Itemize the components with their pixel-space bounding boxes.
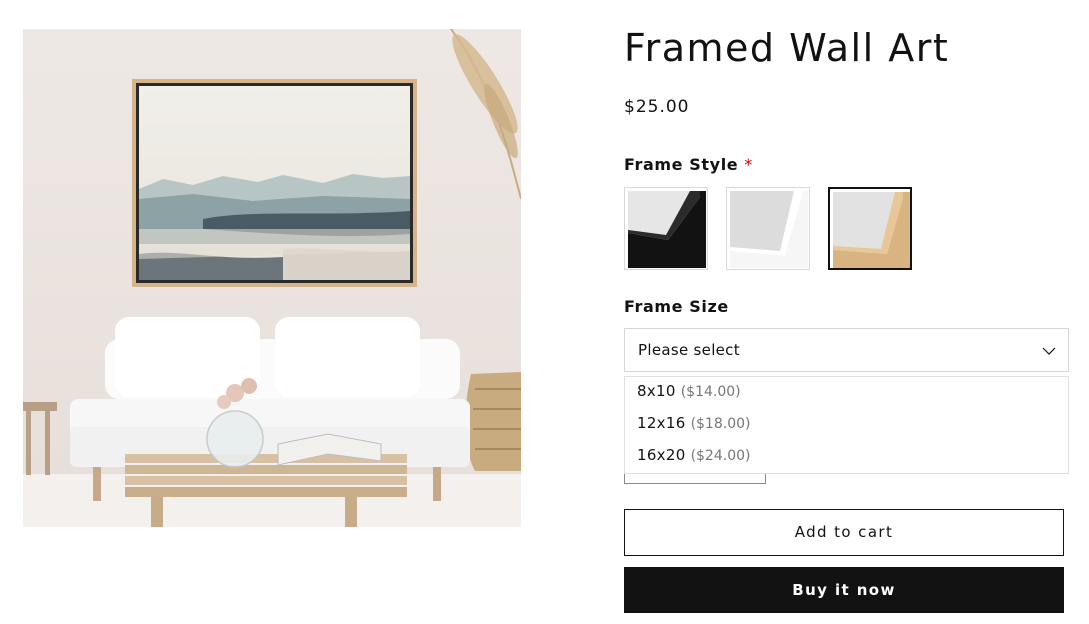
option-price: ($18.00) <box>690 416 751 432</box>
frame-style-black-swatch[interactable] <box>624 187 708 270</box>
frame-size-option-16x20[interactable]: 16x20 ($24.00) <box>637 446 750 470</box>
add-to-cart-button[interactable]: Add to cart <box>624 509 1064 556</box>
product-title: Framed Wall Art <box>624 26 950 70</box>
frame-size-select[interactable]: Please select <box>624 328 1069 372</box>
woven-basket <box>465 372 521 471</box>
option-price: ($24.00) <box>690 448 751 464</box>
option-size: 12x16 <box>637 414 686 432</box>
frame-size-selected-value: Please select <box>638 341 740 359</box>
option-size: 16x20 <box>637 446 686 464</box>
framed-painting <box>132 79 417 287</box>
chevron-down-icon <box>1042 343 1056 362</box>
buy-it-now-button[interactable]: Buy it now <box>624 567 1064 613</box>
option-price: ($14.00) <box>680 384 741 400</box>
frame-size-option-8x10[interactable]: 8x10 ($14.00) <box>637 382 741 406</box>
frame-style-white-swatch[interactable] <box>726 187 810 270</box>
frame-size-option-12x16[interactable]: 12x16 ($18.00) <box>637 414 750 438</box>
frame-size-label: Frame Size <box>624 297 729 316</box>
frame-style-natural-wood-swatch[interactable] <box>828 187 912 270</box>
product-price: $25.00 <box>624 97 690 117</box>
option-size: 8x10 <box>637 382 676 400</box>
product-image[interactable] <box>23 29 521 527</box>
frame-style-label-text: Frame Style <box>624 155 739 174</box>
frame-style-label: Frame Style * <box>624 155 753 174</box>
required-indicator: * <box>744 155 753 174</box>
frame-size-dropdown: 8x10 ($14.00) 12x16 ($18.00) 16x20 ($24.00) <box>624 376 1069 474</box>
